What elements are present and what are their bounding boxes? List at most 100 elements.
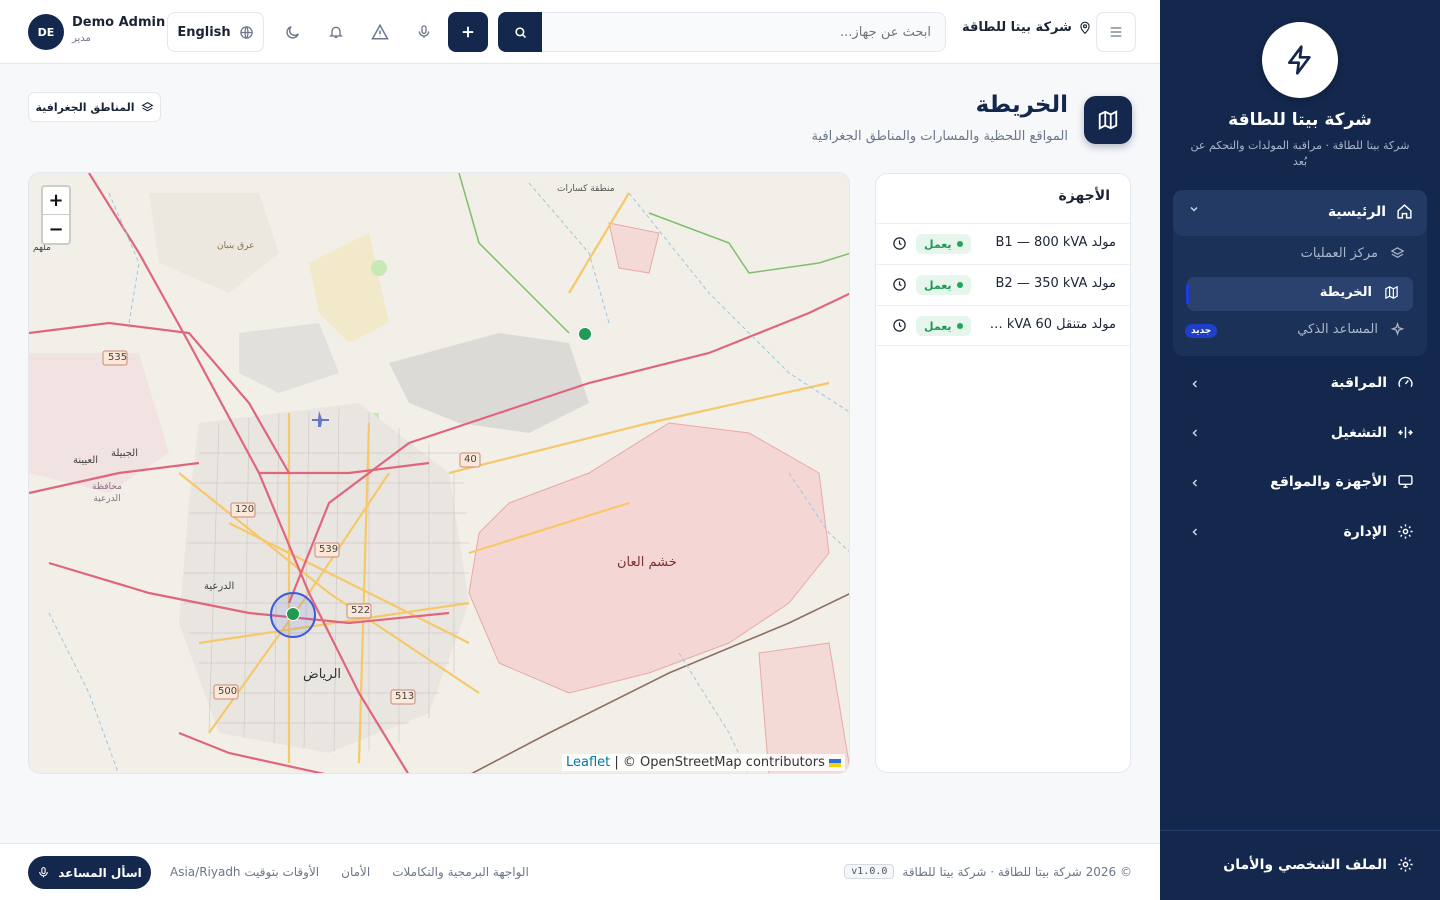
sidebar-footer: الملف الشخصي والأمان bbox=[1160, 830, 1440, 900]
profile-security-link[interactable]: الملف الشخصي والأمان bbox=[1223, 856, 1414, 873]
microphone-icon bbox=[39, 867, 49, 878]
company-name: شركة بيتا للطاقة bbox=[962, 20, 1072, 35]
map-tiles bbox=[29, 173, 849, 773]
leaflet-link[interactable]: Leaflet bbox=[566, 755, 610, 770]
nav-subitem-map[interactable]: الخريطة bbox=[1320, 285, 1399, 300]
nav-label-administration: الإدارة bbox=[1343, 523, 1387, 540]
map-label-khashm: خشم العان bbox=[617, 555, 677, 570]
map-label-kasarat: منطقة كسارات bbox=[557, 184, 615, 194]
nav-label-devices-sites: الأجهزة والمواقع bbox=[1270, 473, 1387, 490]
nav-item-devices-sites[interactable]: الأجهزة والمواقع bbox=[1270, 473, 1414, 490]
map-icon bbox=[1098, 110, 1118, 130]
sidebar: شركة بيتا للطاقة شركة بيتا للطاقة · مراق… bbox=[1160, 0, 1440, 900]
device-name: مولد B1 — 800 kVA bbox=[995, 235, 1117, 250]
devices-title: الأجهزة bbox=[1058, 188, 1110, 204]
layers-icon bbox=[141, 101, 154, 111]
ask-assistant-label: اسأل المساعد bbox=[58, 865, 142, 880]
api-link[interactable]: الواجهة البرمجية والتكاملات bbox=[392, 865, 529, 879]
devices-panel: الأجهزة مولد B1 — 800 kVA يعمل مولد B2 —… bbox=[875, 173, 1132, 773]
gear-icon bbox=[1398, 857, 1413, 872]
avatar[interactable]: DE bbox=[28, 14, 64, 50]
alerts-button[interactable] bbox=[364, 16, 396, 48]
layers-icon bbox=[1390, 247, 1405, 258]
map-attribution: Leaflet | © OpenStreetMap contributors bbox=[561, 754, 845, 771]
microphone-icon bbox=[418, 25, 430, 38]
hamburger-icon bbox=[1110, 27, 1122, 37]
language-button[interactable]: English bbox=[167, 12, 264, 52]
monitor-icon bbox=[1398, 475, 1413, 488]
page-map-icon bbox=[1084, 96, 1132, 144]
road-label-522: 522 bbox=[351, 605, 371, 616]
road-label-513: 513 bbox=[395, 691, 415, 702]
geo-zones-button[interactable]: المناطق الجغرافية bbox=[28, 92, 161, 122]
security-link[interactable]: الأمان bbox=[341, 865, 370, 879]
clock-icon[interactable] bbox=[892, 236, 907, 251]
ask-assistant-button[interactable]: اسأل المساعد bbox=[28, 856, 151, 889]
topbar: DE Demo Admin مدير English شركة بيتا للط… bbox=[0, 0, 1160, 64]
user-name: Demo Admin bbox=[72, 15, 166, 30]
sparkle-icon bbox=[1390, 322, 1405, 336]
nav-label-smart-assistant: المساعد الذكي bbox=[1297, 322, 1378, 337]
map-icon bbox=[1385, 285, 1398, 300]
globe-icon bbox=[239, 25, 253, 39]
device-marker[interactable] bbox=[578, 327, 592, 341]
profile-security-label: الملف الشخصي والأمان bbox=[1223, 856, 1387, 873]
clock-icon[interactable] bbox=[892, 277, 907, 292]
footer: اسأل المساعد الواجهة البرمجية والتكاملات… bbox=[0, 843, 1160, 900]
search-button[interactable] bbox=[498, 12, 542, 52]
timezone-note: الأوقات بتوقيت Asia/Riyadh bbox=[170, 865, 320, 879]
menu-button[interactable] bbox=[1096, 12, 1136, 52]
notifications-button[interactable] bbox=[320, 16, 352, 48]
voice-button[interactable] bbox=[408, 16, 440, 48]
status-badge: يعمل bbox=[916, 234, 971, 254]
device-row[interactable]: مولد B2 — 350 kVA يعمل bbox=[876, 264, 1132, 305]
chevron-left-icon[interactable] bbox=[1189, 477, 1201, 489]
nav-subitem-operations-center[interactable]: مركز العمليات bbox=[1301, 246, 1405, 261]
user-role: مدير bbox=[72, 33, 91, 44]
warning-icon bbox=[371, 23, 389, 40]
zoom-out-button[interactable]: − bbox=[43, 215, 69, 243]
device-row[interactable]: مولد متنقل 60 kVA … يعمل bbox=[876, 305, 1132, 346]
arrows-icon bbox=[1398, 426, 1413, 439]
chevron-down-icon bbox=[1188, 203, 1200, 219]
add-button[interactable] bbox=[448, 12, 488, 52]
road-label-120: 120 bbox=[235, 504, 255, 515]
clock-icon[interactable] bbox=[892, 318, 907, 333]
page-title: الخريطة bbox=[975, 92, 1068, 118]
map-label-diriyah-gov: محافظة الدرعية bbox=[92, 482, 122, 504]
search-input[interactable] bbox=[542, 12, 946, 52]
chevron-left-icon[interactable] bbox=[1189, 427, 1201, 439]
location-pin-icon bbox=[1080, 21, 1090, 34]
map-label-riyadh: الرياض bbox=[303, 667, 342, 682]
company-selector[interactable]: شركة بيتا للطاقة bbox=[962, 20, 1092, 35]
device-marker[interactable] bbox=[286, 607, 300, 621]
gauge-icon bbox=[1398, 376, 1413, 388]
page-subtitle: المواقع اللحظية والمسارات والمناطق الجغر… bbox=[811, 129, 1068, 144]
nav-subitem-smart-assistant[interactable]: المساعد الذكي bbox=[1297, 322, 1405, 337]
version-badge: v1.0.0 bbox=[844, 864, 895, 879]
nav-label-operations-center: مركز العمليات bbox=[1300, 246, 1378, 261]
zoom-in-button[interactable]: + bbox=[43, 187, 69, 215]
nav-label-home: الرئيسية bbox=[1327, 203, 1386, 220]
device-row[interactable]: مولد B1 — 800 kVA يعمل bbox=[876, 223, 1132, 264]
nav-item-administration[interactable]: الإدارة bbox=[1343, 523, 1414, 540]
copyright: © 2026 شركة بيتا للطاقة · شركة بيتا للطا… bbox=[844, 864, 1132, 879]
theme-toggle-button[interactable] bbox=[276, 16, 308, 48]
map-view[interactable]: 535 120 539 522 500 513 40 الرياض خشم ال… bbox=[28, 172, 850, 774]
nav-item-monitoring[interactable]: المراقبة bbox=[1331, 374, 1414, 391]
nav-item-home[interactable]: الرئيسية bbox=[1173, 190, 1427, 236]
map-label-jubaila: الجبيلة bbox=[111, 448, 138, 459]
chevron-left-icon[interactable] bbox=[1189, 526, 1201, 538]
chevron-left-icon[interactable] bbox=[1189, 378, 1201, 390]
brand-subtitle: شركة بيتا للطاقة · مراقبة المولدات والتح… bbox=[1190, 139, 1410, 168]
map-label-uyaynah: العيينة bbox=[73, 455, 99, 466]
new-badge: جديد bbox=[1185, 324, 1218, 338]
map-label-banban: عرق بنبان bbox=[217, 241, 255, 251]
nav-item-operation[interactable]: التشغيل bbox=[1331, 424, 1414, 441]
device-name: مولد متنقل 60 kVA … bbox=[989, 317, 1116, 332]
device-name: مولد B2 — 350 kVA bbox=[995, 276, 1117, 291]
status-badge: يعمل bbox=[916, 316, 971, 336]
plus-icon bbox=[462, 26, 474, 38]
brand-logo bbox=[1262, 22, 1338, 98]
road-label-500: 500 bbox=[218, 686, 238, 697]
